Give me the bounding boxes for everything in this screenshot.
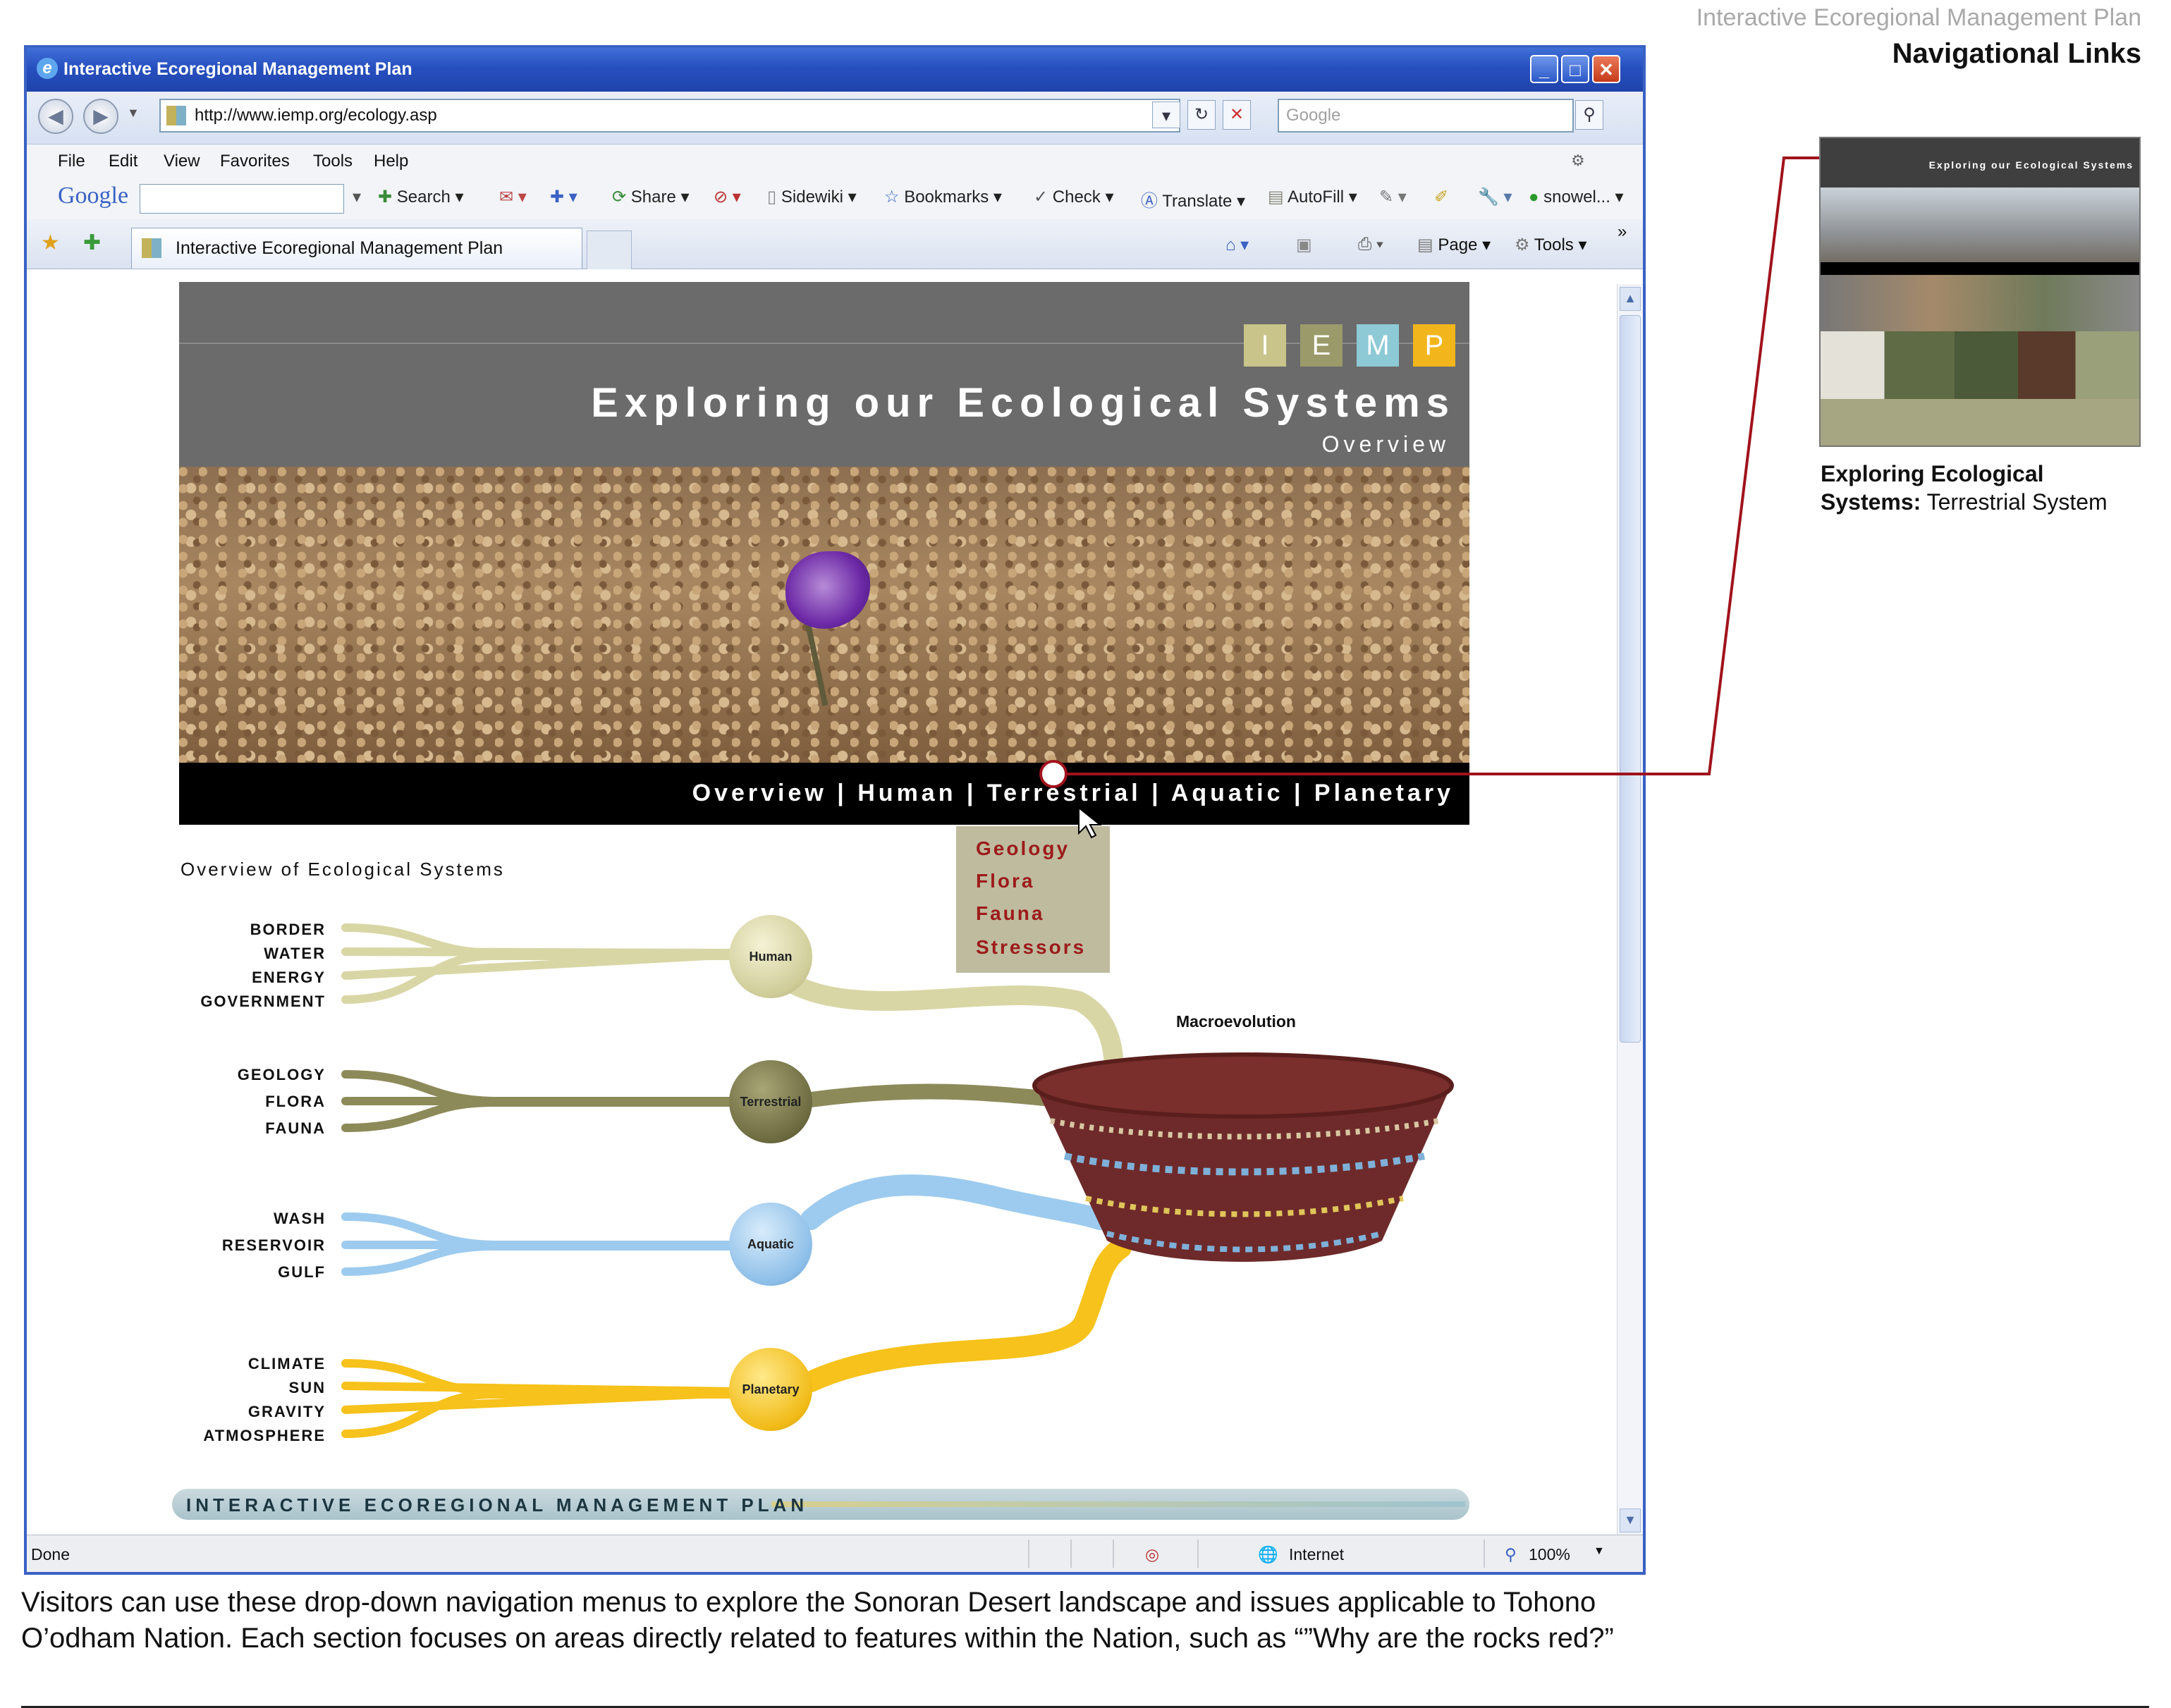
figure-caption: Visitors can use these drop-down navigat…: [21, 1587, 1614, 1654]
footer-text: INTERACTIVE ECOREGIONAL MANAGEMENT PLAN: [186, 1494, 809, 1516]
label-water: WATER: [264, 945, 326, 962]
callout-marker: [1039, 760, 1068, 788]
node-planetary[interactable]: Planetary: [729, 1348, 812, 1431]
macroevolution-label: Macroevolution: [1176, 1012, 1296, 1031]
callout-caption: Systems: Terrestrial System: [1821, 489, 2108, 515]
label-sun: SUN: [288, 1379, 326, 1396]
node-terrestrial[interactable]: Terrestrial: [729, 1060, 812, 1143]
label-reservoir: RESERVOIR: [221, 1236, 326, 1254]
label-geology: GEOLOGY: [237, 1066, 326, 1083]
label-government: GOVERNMENT: [200, 993, 326, 1010]
callout-caption-bold: Exploring Ecological: [1821, 461, 2044, 486]
label-fauna: FAUNA: [265, 1119, 326, 1137]
label-border: BORDER: [250, 921, 326, 938]
label-energy: ENERGY: [252, 969, 326, 986]
mouse-cursor: [1078, 806, 1102, 839]
terrestrial-thumbnail: Exploring our Ecological Systems: [1819, 137, 2141, 447]
callout-caption-normal: Terrestrial System: [1926, 489, 2108, 515]
label-flora: FLORA: [265, 1093, 326, 1110]
label-atmosphere: ATMOSPHERE: [203, 1427, 326, 1444]
basket-image: [1032, 1052, 1454, 1262]
node-aquatic[interactable]: Aquatic: [729, 1203, 812, 1286]
label-gulf: GULF: [278, 1263, 326, 1281]
label-wash: WASH: [274, 1210, 326, 1227]
site-footer: INTERACTIVE ECOREGIONAL MANAGEMENT PLAN: [172, 1489, 1469, 1520]
node-human[interactable]: Human: [729, 915, 812, 998]
thumbnail-title: Exploring our Ecological Systems: [1928, 159, 2134, 171]
label-gravity: GRAVITY: [247, 1403, 326, 1420]
label-climate: CLIMATE: [247, 1355, 326, 1372]
